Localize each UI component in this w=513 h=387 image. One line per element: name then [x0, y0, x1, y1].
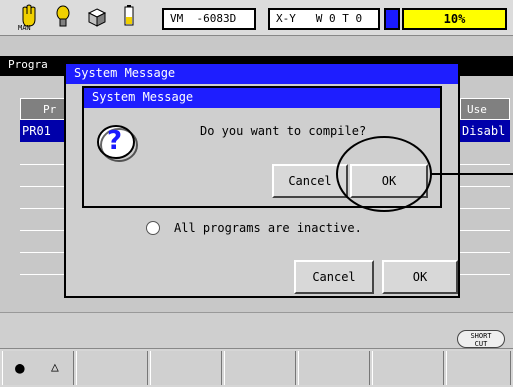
ok-button-highlight-circle	[336, 136, 432, 212]
teach-pendant-screen: MAN VM -6083D X-Y W 0 T 0 10% Progra Pr …	[0, 0, 513, 387]
callout-annotation	[336, 136, 513, 212]
